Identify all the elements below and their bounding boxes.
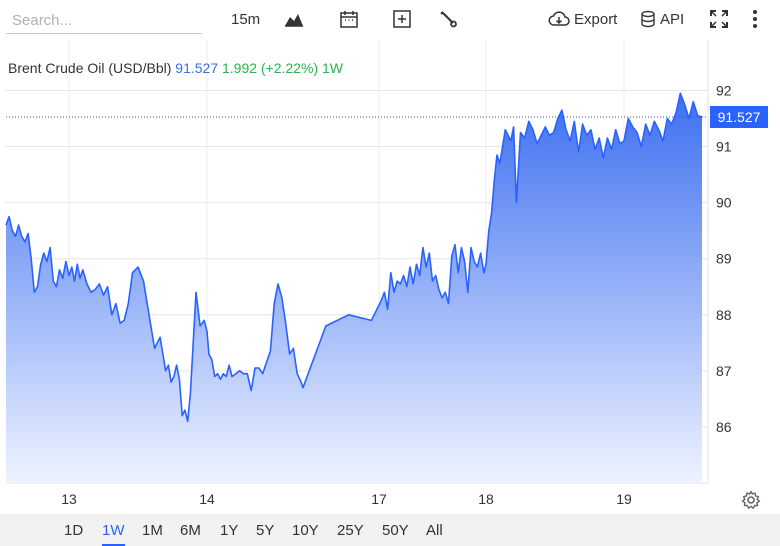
y-tick-label: 87: [716, 363, 732, 379]
instrument-price: 91.527: [175, 60, 219, 76]
range-all[interactable]: All: [426, 522, 443, 544]
instrument-name: Brent Crude Oil (USD/Bbl): [8, 60, 172, 76]
x-tick-label: 14: [199, 491, 215, 507]
api-button[interactable]: API: [640, 6, 684, 32]
range-1w[interactable]: 1W: [102, 522, 125, 546]
search-input[interactable]: [6, 8, 202, 34]
y-tick-label: 86: [716, 419, 732, 435]
export-label: Export: [574, 10, 618, 28]
chart-area[interactable]: 86 87 88 89 90 91 92 13 14 17 18 19 91.527 Brent Cru…: [0, 40, 780, 514]
interval-selector[interactable]: 15m: [231, 6, 260, 32]
toolbar: 15m Export API: [0, 0, 780, 40]
range-25y[interactable]: 25Y: [337, 522, 364, 544]
instrument-change: 1.992 (+2.22%): [222, 60, 319, 76]
calendar-icon[interactable]: [339, 6, 359, 32]
wrench-icon[interactable]: [438, 6, 458, 32]
add-indicator-icon[interactable]: [392, 6, 412, 32]
range-selector: 1D 1W 1M 6M 1Y 5Y 10Y 25Y 50Y All: [0, 514, 780, 546]
x-tick-label: 18: [478, 491, 494, 507]
y-tick-label: 91: [716, 139, 732, 155]
x-tick-label: 13: [61, 491, 77, 507]
range-10y[interactable]: 10Y: [292, 522, 319, 544]
y-tick-label: 92: [716, 82, 732, 98]
fullscreen-icon[interactable]: [709, 6, 729, 32]
last-price-label: 91.527: [718, 109, 761, 125]
range-1m[interactable]: 1M: [142, 522, 163, 544]
settings-gear-icon[interactable]: [741, 490, 761, 510]
range-5y[interactable]: 5Y: [256, 522, 274, 544]
range-50y[interactable]: 50Y: [382, 522, 409, 544]
api-label: API: [660, 10, 685, 28]
database-icon: [641, 10, 655, 28]
cloud-download-icon: [548, 11, 570, 26]
range-6m[interactable]: 6M: [180, 522, 201, 544]
instrument-info: Brent Crude Oil (USD/Bbl) 91.527 1.992 (…: [8, 60, 343, 76]
x-tick-label: 19: [616, 491, 632, 507]
x-tick-label: 17: [371, 491, 387, 507]
range-1d[interactable]: 1D: [64, 522, 83, 544]
y-tick-label: 90: [716, 195, 732, 211]
export-button[interactable]: Export: [548, 6, 617, 32]
range-1y[interactable]: 1Y: [220, 522, 238, 544]
more-options-icon[interactable]: [752, 6, 758, 32]
y-tick-label: 88: [716, 307, 732, 323]
price-chart[interactable]: 86 87 88 89 90 91 92 13 14 17 18 19 91.527: [0, 40, 780, 514]
price-area: [6, 93, 702, 484]
chart-type-icon[interactable]: [284, 6, 304, 32]
y-tick-label: 89: [716, 251, 732, 267]
instrument-period: 1W: [322, 60, 344, 76]
